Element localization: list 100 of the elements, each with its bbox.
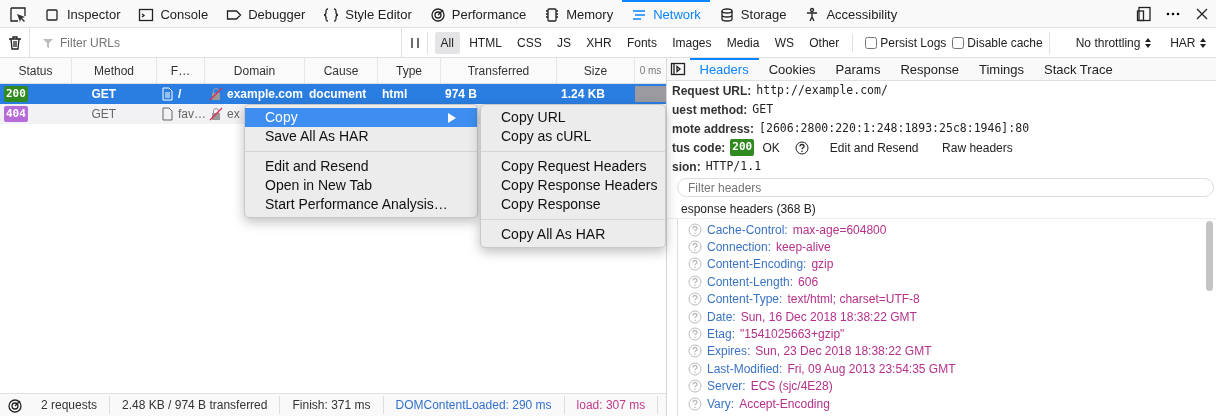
chip-icon xyxy=(544,6,561,23)
menu-item[interactable]: Save All As HAR xyxy=(245,127,477,146)
field-value: GET xyxy=(752,100,774,118)
menu-item[interactable]: Copy Response Headers xyxy=(481,176,665,195)
dock-side-icon[interactable] xyxy=(1135,5,1152,22)
filter-headers-field[interactable]: Filter headers xyxy=(677,178,1214,197)
method-text: GET xyxy=(91,106,117,123)
column-header[interactable]: Cause xyxy=(305,58,378,83)
devtools-tab[interactable]: Debugger xyxy=(217,0,315,27)
details-tab[interactable]: Response xyxy=(890,58,969,80)
column-header[interactable]: Transferred xyxy=(441,58,557,83)
devtools-tab[interactable]: Memory xyxy=(535,0,623,27)
toggle-sidebar-icon[interactable] xyxy=(670,62,687,76)
file-icon xyxy=(161,87,174,101)
devtools-tab[interactable]: Performance xyxy=(420,0,536,27)
help-icon xyxy=(688,379,702,394)
checkbox[interactable] xyxy=(952,36,965,49)
field-value: HTTP/1.1 xyxy=(705,157,762,175)
type-filter-button[interactable]: WS xyxy=(768,31,801,54)
column-header[interactable]: Method xyxy=(72,58,157,83)
inspector-icon xyxy=(45,6,61,23)
type-filter-button[interactable]: Other xyxy=(803,31,846,54)
devtools-tab[interactable]: Accessibility xyxy=(795,0,907,27)
pause-icon[interactable] xyxy=(408,36,421,51)
status-text: DOMContentLoaded: 290 ms xyxy=(383,396,565,414)
header-action-button[interactable]: Raw headers xyxy=(936,136,1019,159)
header-value: max-age=604800 xyxy=(792,221,887,239)
menu-item[interactable]: Copy All As HAR xyxy=(481,225,665,244)
header-name: Content-Encoding: xyxy=(707,256,807,274)
column-header[interactable]: Domain xyxy=(205,58,305,83)
column-header[interactable]: Type xyxy=(378,58,441,83)
type-filter-button[interactable]: Images xyxy=(666,31,718,54)
gauge-icon[interactable] xyxy=(6,397,23,414)
column-header[interactable]: Size xyxy=(557,58,635,83)
menu-item[interactable]: Start Performance Analysis… xyxy=(245,195,477,214)
menu-item[interactable]: Open in New Tab xyxy=(245,176,477,195)
column-header[interactable]: Status xyxy=(0,58,72,83)
status-text: load: 307 ms xyxy=(564,396,659,414)
trash-icon[interactable] xyxy=(6,35,23,52)
type-filter-button[interactable]: Media xyxy=(720,31,766,54)
header-value: text/html; charset=UTF-8 xyxy=(787,291,920,309)
throttling-dropdown[interactable]: No throttling xyxy=(1069,31,1158,54)
type-filter-button[interactable]: All xyxy=(434,31,460,54)
har-dropdown[interactable]: HAR xyxy=(1164,31,1213,54)
cause-text: document xyxy=(309,86,367,103)
type-filter-button[interactable]: CSS xyxy=(511,31,548,54)
devtools-tab[interactable]: Storage xyxy=(709,0,796,27)
section-heading[interactable]: esponse headers (368 B) xyxy=(667,199,1216,219)
field-value: [2606:2800:220:1:248:1893:25c8:1946]:80 xyxy=(759,119,1030,137)
insecure-lock-icon xyxy=(209,87,223,101)
help-icon[interactable] xyxy=(794,140,809,155)
devtools-tab[interactable]: Inspector xyxy=(36,0,130,27)
status-text: 2 requests xyxy=(29,396,111,414)
header-name: Connection: xyxy=(707,239,772,257)
menu-item[interactable]: Edit and Resend xyxy=(245,157,477,176)
details-tab[interactable]: Params xyxy=(825,58,891,80)
gauge-icon xyxy=(429,6,446,23)
menu-item[interactable]: Copy Response xyxy=(481,195,665,214)
header-value: 606 xyxy=(798,273,819,291)
help-icon xyxy=(688,361,702,376)
field-label: Request URL: xyxy=(672,82,752,100)
details-tab[interactable]: Stack Trace xyxy=(1034,58,1123,80)
menu-item[interactable]: Copy Request Headers xyxy=(481,157,665,176)
file-name-text: / xyxy=(178,86,182,103)
request-row[interactable]: 200 GET / example.com document html 974 B 1.24 KB xyxy=(0,84,666,104)
devtools-tab[interactable]: Style Editor xyxy=(314,0,421,27)
header-value: "1541025663+gzip" xyxy=(740,326,845,344)
type-filter-button[interactable]: Fonts xyxy=(620,31,663,54)
details-tab[interactable]: Timings xyxy=(968,58,1034,80)
column-header[interactable]: F… xyxy=(157,58,205,83)
header-value: ECS (sjc/4E28) xyxy=(750,378,833,396)
status-code-badge: 404 xyxy=(4,105,28,123)
details-tab[interactable]: Headers xyxy=(689,58,759,80)
filter-urls-field[interactable]: Filter URLs xyxy=(58,32,402,53)
details-tab[interactable]: Cookies xyxy=(758,58,826,80)
braces-icon xyxy=(323,6,340,23)
type-filter-button[interactable]: JS xyxy=(551,31,578,54)
header-action-button[interactable]: Edit and Resend xyxy=(823,136,925,159)
header-name: Vary: xyxy=(707,395,735,413)
column-header[interactable]: 0 ms xyxy=(635,58,666,83)
scrollbar[interactable] xyxy=(1206,221,1213,291)
type-filter-button[interactable]: XHR xyxy=(580,31,618,54)
insecure-lock-icon xyxy=(209,107,223,121)
database-icon xyxy=(718,6,735,23)
devtools-tab[interactable]: Console xyxy=(129,0,218,27)
header-name: Content-Type: xyxy=(707,291,783,309)
file-name-text: fav… xyxy=(178,106,206,123)
header-name: Cache-Control: xyxy=(707,221,788,239)
field-label: uest method: xyxy=(672,101,748,119)
submenu-arrow-icon xyxy=(447,111,457,124)
help-icon xyxy=(688,344,702,359)
menu-item[interactable]: Copy URL xyxy=(481,108,665,127)
menu-item[interactable]: Copy as cURL xyxy=(481,127,665,146)
status-text: OK xyxy=(762,139,780,157)
type-filter-button[interactable]: HTML xyxy=(463,31,508,54)
header-name: Expires: xyxy=(707,343,751,361)
domain-text: ex xyxy=(227,106,240,123)
checkbox[interactable] xyxy=(865,36,878,49)
method-text: GET xyxy=(91,86,117,103)
console-icon xyxy=(138,6,155,23)
